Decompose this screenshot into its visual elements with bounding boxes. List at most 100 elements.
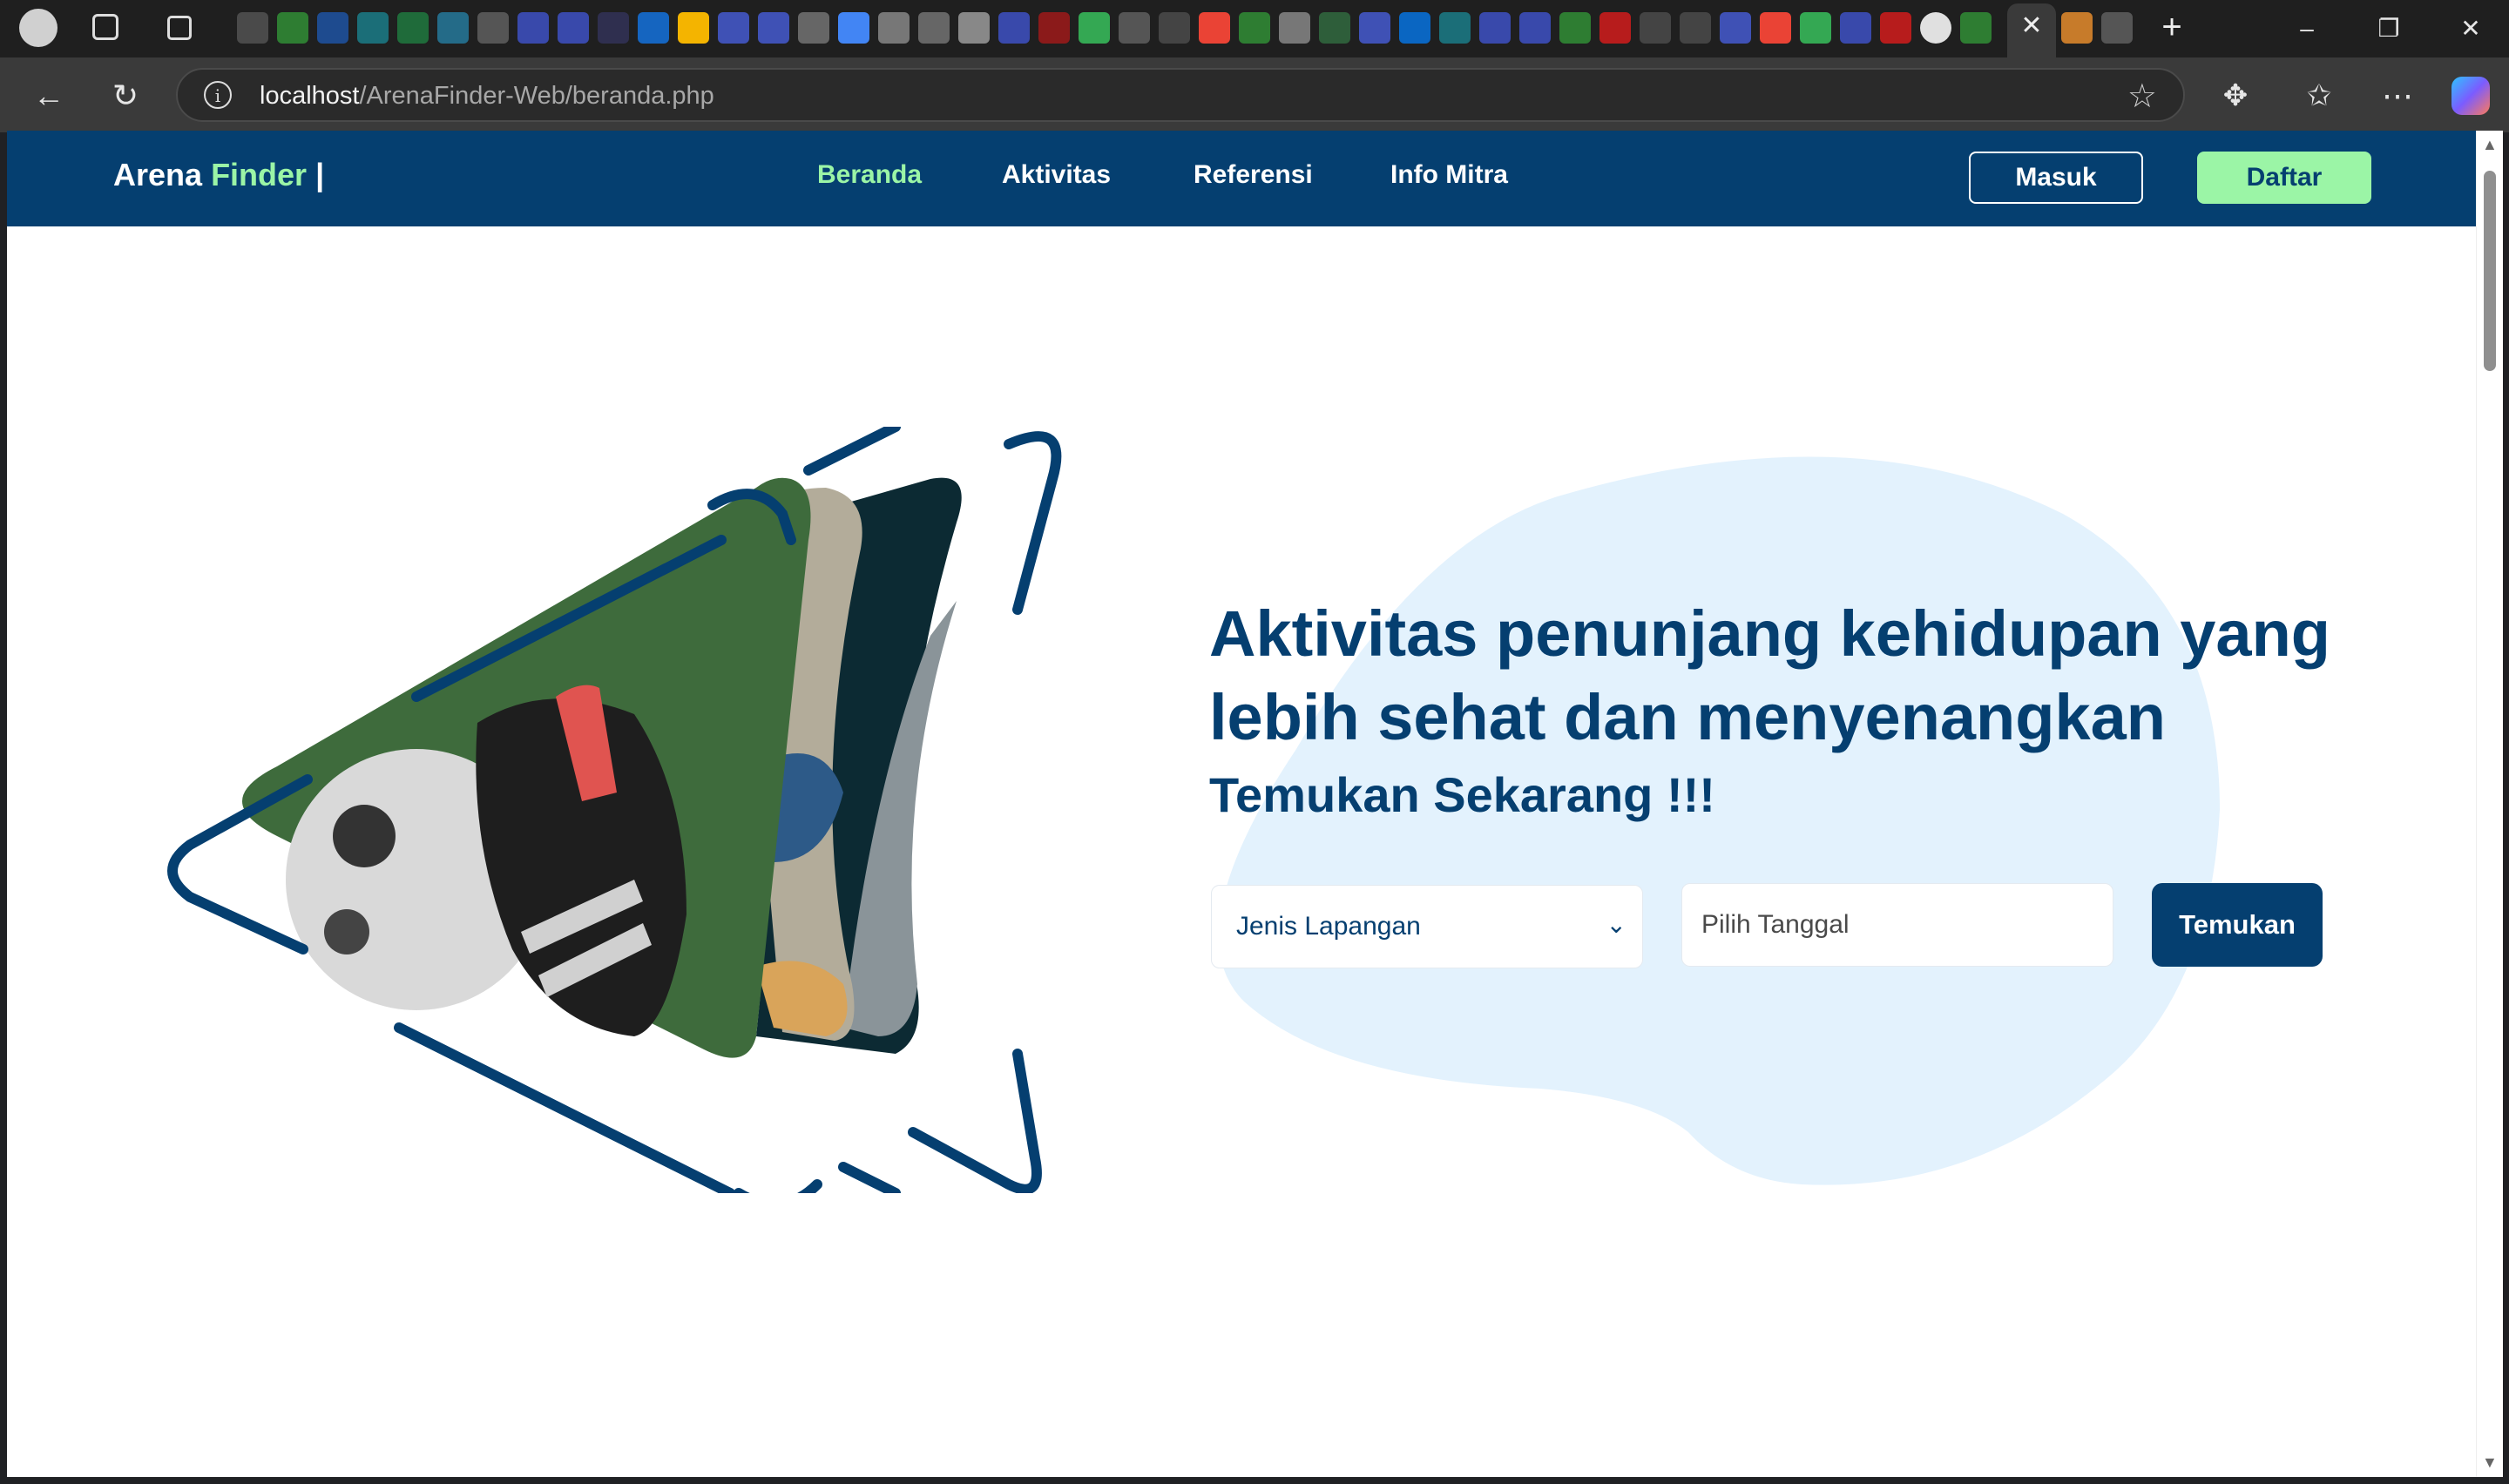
tab-favicon[interactable] — [798, 12, 829, 44]
hero-outline — [908, 1049, 1042, 1193]
tab-favicon[interactable] — [1399, 12, 1430, 44]
hero-outline — [803, 427, 901, 476]
field-type-select[interactable]: Jenis Lapangan ⌄ — [1211, 885, 1643, 968]
page-scrollbar[interactable]: ▲ ▼ — [2476, 131, 2503, 1477]
back-arrow-icon[interactable]: ← — [26, 73, 71, 118]
hero-headline: Aktivitas penunjang kehidupan yang lebih… — [1209, 597, 2330, 753]
date-input[interactable] — [1681, 883, 2113, 967]
reload-icon[interactable]: ↻ — [103, 73, 148, 118]
nav-aktivitas[interactable]: Aktivitas — [1002, 160, 1111, 190]
tab-favicon[interactable] — [878, 12, 910, 44]
brand-logo[interactable]: Arena Finder | — [113, 157, 324, 193]
tab-favicon[interactable] — [1279, 12, 1310, 44]
tab-favicon[interactable] — [1920, 12, 1951, 44]
field-type-label: Jenis Lapangan — [1236, 912, 1421, 941]
tab-favicon[interactable] — [918, 12, 950, 44]
scroll-up-icon[interactable]: ▲ — [2482, 136, 2498, 154]
active-tab[interactable]: ✕ — [2007, 3, 2056, 57]
brand-accent: Finder — [211, 157, 308, 192]
tab-favicon[interactable] — [1760, 12, 1791, 44]
hero-outline — [1004, 431, 1062, 615]
tab-favicon[interactable] — [397, 12, 429, 44]
chevron-down-icon: ⌄ — [1606, 911, 1626, 938]
hero-illustration — [167, 427, 1062, 1193]
tab-favicon[interactable] — [598, 12, 629, 44]
window-close-icon[interactable]: ✕ — [2446, 9, 2495, 49]
more-icon[interactable]: ⋯ — [2375, 73, 2420, 118]
info-icon[interactable]: i — [204, 81, 232, 109]
scroll-down-icon[interactable]: ▼ — [2482, 1454, 2498, 1472]
tab-favicon[interactable] — [2061, 12, 2093, 44]
tab-favicon[interactable] — [1038, 12, 1070, 44]
tab-favicon[interactable] — [758, 12, 789, 44]
tab-favicon[interactable] — [1319, 12, 1350, 44]
tab-favicon[interactable] — [357, 12, 389, 44]
tab-favicon[interactable] — [558, 12, 589, 44]
tab-favicon[interactable] — [1880, 12, 1911, 44]
tab-favicon[interactable] — [1559, 12, 1591, 44]
tab-favicon[interactable] — [838, 12, 869, 44]
close-icon[interactable]: ✕ — [2016, 10, 2047, 42]
tab-favicon[interactable] — [1960, 12, 1992, 44]
brand-cursor: | — [315, 157, 325, 192]
tab-favicon[interactable] — [1119, 12, 1150, 44]
url-path: /ArenaFinder-Web/beranda.php — [359, 82, 714, 110]
scroll-thumb[interactable] — [2484, 171, 2496, 371]
tab-favicon[interactable] — [237, 12, 268, 44]
tab-favicon[interactable] — [1800, 12, 1831, 44]
tab-favicon[interactable] — [1199, 12, 1230, 44]
hero-outline — [838, 1162, 901, 1193]
tab-favicon[interactable] — [1599, 12, 1631, 44]
site-navbar: Arena Finder | Beranda Aktivitas Referen… — [7, 131, 2476, 226]
tab-favicon[interactable] — [1239, 12, 1270, 44]
tab-favicon[interactable] — [1680, 12, 1711, 44]
tab-favicon[interactable] — [277, 12, 308, 44]
plus-icon[interactable]: + — [2152, 7, 2192, 47]
minimize-icon[interactable]: – — [2282, 9, 2331, 49]
tab-favicon[interactable] — [477, 12, 509, 44]
tab-favicon[interactable] — [517, 12, 549, 44]
tab-favicon[interactable] — [998, 12, 1030, 44]
tab-favicon[interactable] — [1519, 12, 1551, 44]
tab-favicon[interactable] — [718, 12, 749, 44]
profile-icon[interactable] — [19, 9, 57, 47]
url-host: localhost — [260, 82, 360, 110]
tab-favicon[interactable] — [1079, 12, 1110, 44]
hero-ball-patch — [333, 805, 396, 867]
tab-favicon[interactable] — [638, 12, 669, 44]
puzzle-icon[interactable]: ✥ — [2213, 73, 2258, 118]
login-button[interactable]: Masuk — [1969, 152, 2143, 204]
register-button[interactable]: Daftar — [2197, 152, 2371, 204]
favorites-icon[interactable]: ✩ — [2296, 73, 2342, 118]
tab-favicon[interactable] — [1439, 12, 1471, 44]
hero-outline — [734, 1179, 822, 1193]
web-page: Arena Finder | Beranda Aktivitas Referen… — [7, 131, 2476, 1477]
tab-favicon[interactable] — [1640, 12, 1671, 44]
workspaces-icon[interactable] — [92, 14, 118, 40]
tab-favicon[interactable] — [2101, 12, 2133, 44]
tab-favicon[interactable] — [1359, 12, 1390, 44]
hero-subheadline: Temukan Sekarang !!! — [1209, 767, 1715, 822]
address-url[interactable]: localhost/ArenaFinder-Web/beranda.php — [260, 82, 714, 111]
tab-favicon[interactable] — [678, 12, 709, 44]
tab-actions-icon[interactable] — [167, 16, 192, 40]
tab-favicon[interactable] — [958, 12, 990, 44]
tab-favicon[interactable] — [1840, 12, 1871, 44]
tab-favicon[interactable] — [317, 12, 348, 44]
tab-favicon[interactable] — [437, 12, 469, 44]
star-icon[interactable]: ☆ — [2127, 77, 2157, 116]
nav-referensi[interactable]: Referensi — [1194, 160, 1313, 190]
nav-beranda[interactable]: Beranda — [817, 160, 922, 190]
tab-favicon[interactable] — [1479, 12, 1511, 44]
hero-ball-patch — [324, 909, 369, 954]
address-bar[interactable]: i localhost/ArenaFinder-Web/beranda.php … — [176, 68, 2185, 122]
tab-favicon[interactable] — [1159, 12, 1190, 44]
search-button[interactable]: Temukan — [2152, 883, 2323, 967]
tab-favicon[interactable] — [1720, 12, 1751, 44]
restore-icon[interactable]: ❐ — [2364, 9, 2413, 49]
copilot-icon[interactable] — [2452, 77, 2490, 115]
hero-outline — [394, 1022, 735, 1193]
tab-strip: ✕ + – ❐ ✕ — [0, 0, 2509, 57]
nav-info-mitra[interactable]: Info Mitra — [1390, 160, 1508, 190]
brand-primary: Arena — [113, 157, 203, 192]
